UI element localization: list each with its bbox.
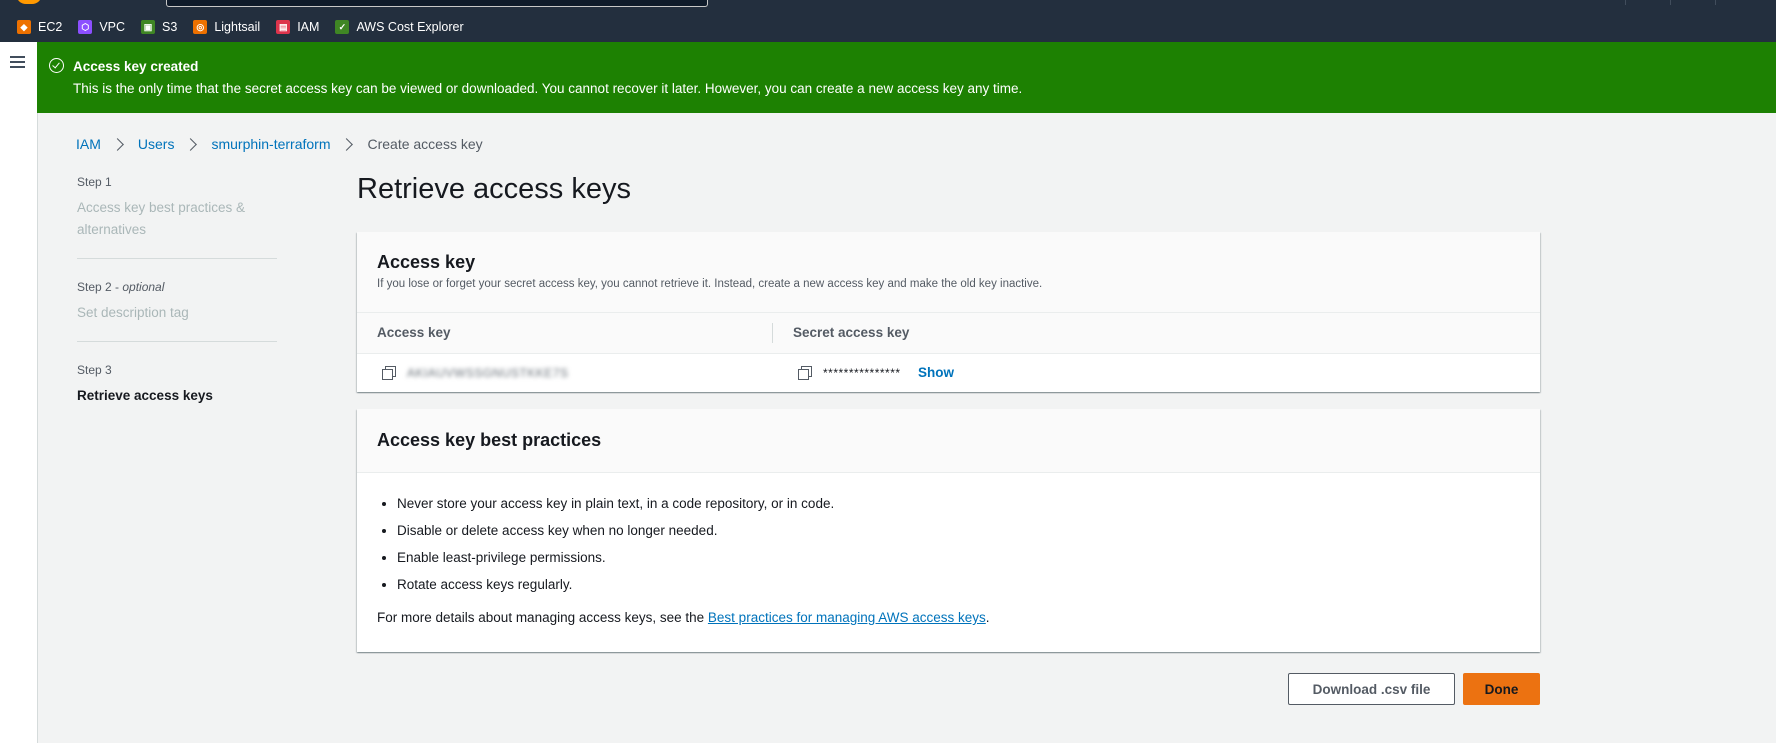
column-header-access-key: Access key bbox=[377, 325, 451, 340]
vpc-icon: ⬡ bbox=[78, 20, 93, 34]
optional-label: optional bbox=[122, 280, 165, 294]
ec2-icon: ◆ bbox=[17, 20, 31, 34]
flash-title: Access key created bbox=[73, 59, 199, 74]
step-description: Set description tag bbox=[77, 305, 189, 320]
access-key-value: AKIAUVWSSGNUSTKKE7S bbox=[407, 366, 569, 380]
iam-icon: ▤ bbox=[276, 20, 291, 34]
list-item: Enable least-privilege permissions. bbox=[397, 548, 834, 575]
breadcrumb-users[interactable]: Users bbox=[138, 136, 175, 152]
nav-divider bbox=[1670, 0, 1671, 5]
favorite-s3[interactable]: ▣ S3 bbox=[141, 20, 177, 34]
step-divider bbox=[77, 258, 277, 259]
favorite-ec2[interactable]: ◆ EC2 bbox=[17, 20, 62, 34]
step-description: Access key best practices & alternatives bbox=[77, 200, 246, 237]
nav-divider bbox=[1715, 0, 1716, 5]
access-key-table: Access key Secret access key AKIAUVWSSGN… bbox=[357, 313, 1540, 392]
wizard-steps: Step 1 Access key best practices & alter… bbox=[77, 175, 277, 407]
access-key-panel-description: If you lose or forget your secret access… bbox=[377, 278, 1043, 290]
best-practices-link[interactable]: Best practices for managing AWS access k… bbox=[708, 610, 986, 625]
favorite-label: AWS Cost Explorer bbox=[356, 20, 464, 34]
favorite-label: EC2 bbox=[38, 20, 63, 34]
success-flashbar: Access key created This is the only time… bbox=[37, 42, 1776, 113]
cost-explorer-icon: ✓ bbox=[335, 20, 350, 34]
favorite-label: VPC bbox=[99, 20, 126, 34]
column-header-secret-key: Secret access key bbox=[793, 325, 910, 340]
top-navigation: ◆ EC2 ⬡ VPC ▣ S3 ◎ Lightsail ▤ IAM ✓ AWS… bbox=[0, 0, 1776, 42]
best-practices-header: Access key best practices bbox=[357, 409, 1540, 473]
step-description-active: Retrieve access keys bbox=[77, 388, 213, 403]
favorites-bar: ◆ EC2 ⬡ VPC ▣ S3 ◎ Lightsail ▤ IAM ✓ AWS… bbox=[0, 16, 464, 38]
aws-logo[interactable] bbox=[16, 0, 42, 4]
nav-divider bbox=[1625, 0, 1626, 5]
wizard-step-3: Step 3 Retrieve access keys bbox=[77, 363, 277, 407]
menu-icon[interactable] bbox=[10, 56, 25, 68]
favorite-cost-explorer[interactable]: ✓ AWS Cost Explorer bbox=[335, 20, 464, 34]
access-key-panel-header: Access key If you lose or forget your se… bbox=[357, 232, 1540, 313]
best-practices-panel: Access key best practices Never store yo… bbox=[357, 409, 1540, 652]
step-label: Step 3 bbox=[77, 363, 112, 377]
favorite-vpc[interactable]: ⬡ VPC bbox=[78, 20, 125, 34]
access-key-panel-title: Access key bbox=[377, 252, 476, 272]
breadcrumb: IAM Users smurphin-terraform Create acce… bbox=[76, 136, 483, 152]
s3-icon: ▣ bbox=[141, 20, 156, 34]
secret-key-masked: *************** bbox=[823, 366, 901, 380]
more-details-text: For more details about managing access k… bbox=[377, 610, 990, 625]
lightsail-icon: ◎ bbox=[193, 20, 208, 34]
chevron-right-icon bbox=[340, 137, 354, 151]
step-divider bbox=[77, 341, 277, 342]
column-divider bbox=[772, 323, 773, 343]
download-csv-button[interactable]: Download .csv file bbox=[1288, 673, 1455, 705]
access-key-panel: Access key If you lose or forget your se… bbox=[357, 232, 1540, 392]
step-label: Step 2 - optional bbox=[77, 280, 165, 294]
flash-message: This is the only time that the secret ac… bbox=[73, 81, 1023, 96]
breadcrumb-user[interactable]: smurphin-terraform bbox=[211, 136, 330, 152]
copy-secret-key-icon[interactable] bbox=[798, 366, 812, 380]
chevron-right-icon bbox=[184, 137, 198, 151]
best-practices-title: Access key best practices bbox=[377, 430, 602, 450]
table-row: AKIAUVWSSGNUSTKKE7S *************** Show bbox=[357, 354, 1540, 392]
step-label: Step 1 bbox=[77, 175, 112, 189]
best-practices-list: Never store your access key in plain tex… bbox=[377, 494, 834, 602]
wizard-step-1: Step 1 Access key best practices & alter… bbox=[77, 175, 277, 241]
table-header: Access key Secret access key bbox=[357, 313, 1540, 354]
side-navigation-rail bbox=[0, 42, 38, 743]
copy-access-key-icon[interactable] bbox=[382, 366, 396, 380]
chevron-right-icon bbox=[111, 137, 124, 151]
list-item: Never store your access key in plain tex… bbox=[397, 494, 834, 521]
favorite-label: Lightsail bbox=[214, 20, 261, 34]
search-input[interactable] bbox=[166, 0, 708, 7]
favorite-lightsail[interactable]: ◎ Lightsail bbox=[193, 20, 260, 34]
favorite-iam[interactable]: ▤ IAM bbox=[276, 20, 319, 34]
wizard-step-2: Step 2 - optional Set description tag bbox=[77, 280, 277, 324]
favorite-label: IAM bbox=[297, 20, 320, 34]
breadcrumb-current: Create access key bbox=[367, 136, 483, 152]
list-item: Rotate access keys regularly. bbox=[397, 575, 834, 602]
show-secret-button[interactable]: Show bbox=[918, 365, 954, 380]
success-check-icon bbox=[49, 58, 64, 73]
done-button[interactable]: Done bbox=[1463, 673, 1540, 705]
breadcrumb-iam[interactable]: IAM bbox=[76, 136, 101, 152]
page-title: Retrieve access keys bbox=[357, 173, 631, 205]
favorite-label: S3 bbox=[162, 20, 178, 34]
list-item: Disable or delete access key when no lon… bbox=[397, 521, 834, 548]
